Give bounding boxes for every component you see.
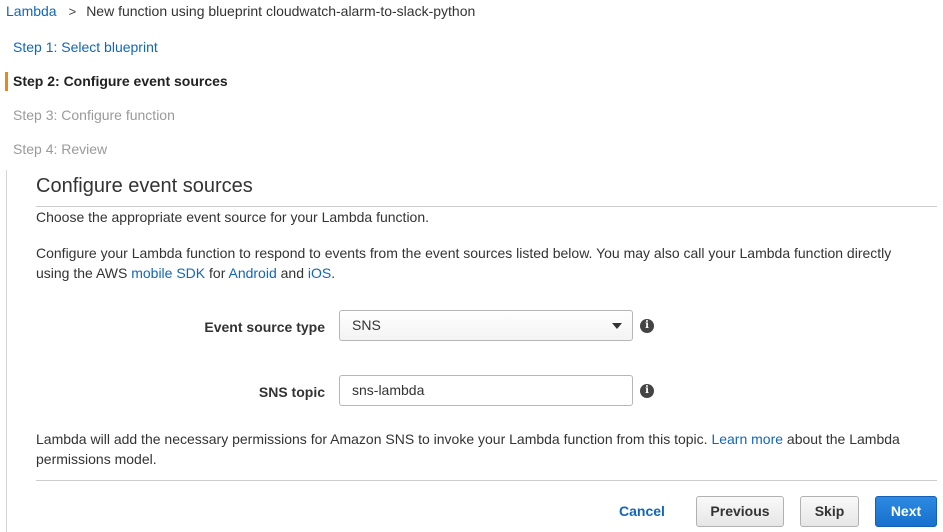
- paragraph-text: for: [205, 265, 229, 281]
- sdk-paragraph: Configure your Lambda function to respon…: [36, 243, 926, 283]
- step-review: Step 4: Review: [13, 141, 108, 157]
- paragraph-text: .: [331, 265, 336, 281]
- panel-left-border: [6, 170, 7, 532]
- event-source-type-select[interactable]: SNS: [339, 310, 633, 341]
- step-label: Step 2: Configure event sources: [13, 73, 228, 89]
- panel-description: Choose the appropriate event source for …: [36, 209, 430, 225]
- caret-down-icon: [612, 323, 622, 329]
- next-button[interactable]: Next: [875, 496, 937, 527]
- breadcrumb-lambda-link[interactable]: Lambda: [6, 3, 57, 19]
- android-link[interactable]: Android: [228, 265, 276, 281]
- chevron-right-icon: >: [68, 3, 77, 19]
- breadcrumb: Lambda > New function using blueprint cl…: [6, 1, 475, 21]
- info-icon[interactable]: i: [640, 384, 654, 398]
- select-value: SNS: [352, 317, 381, 333]
- panel-title: Configure event sources: [36, 175, 253, 197]
- title-divider: [36, 206, 937, 207]
- info-icon[interactable]: i: [640, 319, 654, 333]
- step-select-blueprint[interactable]: Step 1: Select blueprint: [0, 34, 300, 68]
- paragraph-text: and: [276, 265, 308, 281]
- ios-link[interactable]: iOS: [308, 265, 331, 281]
- breadcrumb-current: New function using blueprint cloudwatch-…: [86, 3, 476, 19]
- active-step-indicator: [5, 72, 8, 91]
- cancel-button[interactable]: Cancel: [612, 496, 672, 527]
- sns-topic-label: SNS topic: [258, 384, 325, 400]
- step-configure-function: Step 3: Configure function: [13, 107, 175, 123]
- skip-button[interactable]: Skip: [800, 496, 859, 527]
- sns-topic-input[interactable]: sns-lambda: [339, 375, 633, 406]
- permissions-text: Lambda will add the necessary permission…: [36, 431, 712, 447]
- wizard-steps: Step 1: Select blueprint Step 2: Configu…: [0, 34, 300, 170]
- mobile-sdk-link[interactable]: mobile SDK: [131, 265, 205, 281]
- learn-more-link[interactable]: Learn more: [711, 431, 783, 447]
- footer-divider: [36, 480, 937, 481]
- permissions-note: Lambda will add the necessary permission…: [36, 429, 926, 469]
- previous-button[interactable]: Previous: [696, 496, 784, 527]
- event-source-type-label: Event source type: [204, 319, 325, 335]
- configure-event-sources-panel: Configure event sources Choose the appro…: [0, 170, 943, 532]
- step-configure-event-sources: Step 2: Configure event sources: [0, 68, 300, 102]
